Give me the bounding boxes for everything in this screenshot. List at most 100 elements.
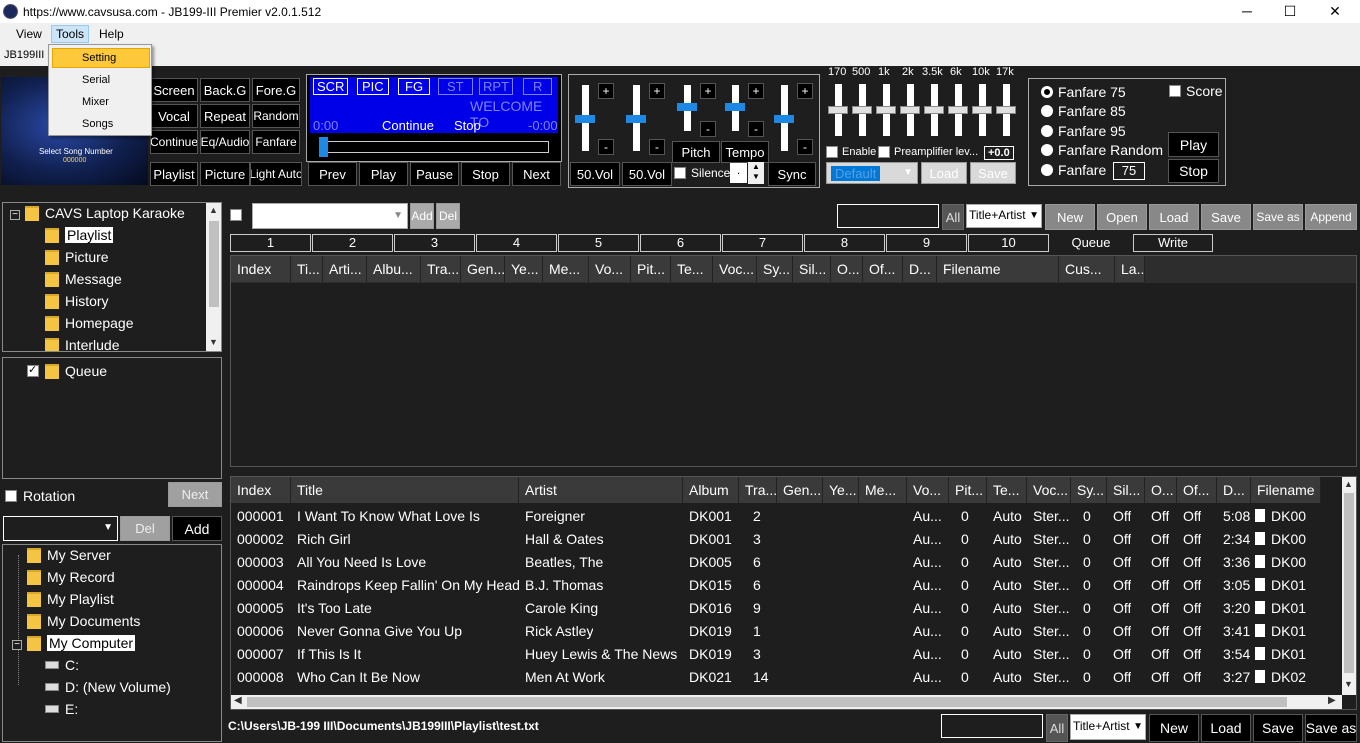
silence-spinner[interactable]: ▲ ▼: [748, 162, 764, 184]
backg-button[interactable]: Back.G: [200, 78, 250, 102]
fanfare-stop-button[interactable]: Stop: [1168, 159, 1219, 183]
next-button[interactable]: Next: [512, 162, 561, 186]
light-auto-button[interactable]: Light Auto: [250, 162, 302, 186]
repeat-button[interactable]: Repeat: [200, 104, 250, 128]
collapse-icon[interactable]: −: [10, 210, 20, 220]
song-col-header[interactable]: Sil...: [1107, 477, 1145, 503]
queue-col-header[interactable]: Vo...: [589, 256, 631, 282]
top-save-button[interactable]: Save: [1201, 204, 1251, 230]
fanfare-custom-option[interactable]: Fanfare: [1041, 162, 1106, 178]
tab-5[interactable]: 5: [558, 234, 639, 252]
tempo-minus-button[interactable]: -: [748, 121, 764, 137]
song-col-header[interactable]: Index: [231, 477, 291, 503]
seek-thumb[interactable]: [319, 137, 328, 157]
picture-button[interactable]: Picture: [200, 162, 250, 186]
vocal-button[interactable]: Vocal: [150, 104, 198, 128]
queue-col-header[interactable]: Te...: [671, 256, 713, 282]
h-scroll-thumb[interactable]: [247, 697, 1287, 707]
preamp-checkbox[interactable]: [878, 146, 890, 158]
queue-col-header[interactable]: Arti...: [323, 256, 367, 282]
silence-checkbox[interactable]: [674, 167, 686, 179]
tab-4[interactable]: 4: [476, 234, 557, 252]
tab-10[interactable]: 10: [968, 234, 1049, 252]
song-col-header[interactable]: Of...: [1177, 477, 1217, 503]
tree-root[interactable]: CAVS Laptop Karaoke: [25, 205, 185, 221]
queue-col-header[interactable]: Pit...: [631, 256, 671, 282]
song-col-header[interactable]: Voc...: [1027, 477, 1071, 503]
queue-col-header[interactable]: La...: [1115, 256, 1145, 282]
eq-preset-dropdown[interactable]: Default ▼: [826, 162, 918, 184]
song-col-header[interactable]: Artist: [519, 477, 683, 503]
song-col-header[interactable]: Sy...: [1071, 477, 1107, 503]
tab-1[interactable]: 1: [230, 234, 311, 252]
tempo-thumb[interactable]: [725, 103, 745, 111]
scroll-right-icon[interactable]: ▶: [1328, 695, 1336, 706]
queue-col-header[interactable]: Filename: [937, 256, 1059, 282]
tab-8[interactable]: 8: [804, 234, 885, 252]
tree-item-history[interactable]: History: [45, 293, 109, 309]
song-col-header[interactable]: Gen...: [777, 477, 823, 503]
browser-dropdown[interactable]: ▼: [3, 516, 118, 541]
pitch-thumb[interactable]: [677, 103, 697, 111]
pitch-plus-button[interactable]: +: [700, 83, 716, 99]
drive-c[interactable]: C:: [45, 657, 79, 673]
scroll-left-icon[interactable]: ◀: [234, 695, 242, 706]
close-button[interactable]: ✕: [1312, 0, 1358, 23]
menu-item-serial[interactable]: Serial: [82, 74, 110, 86]
seek-bar[interactable]: [321, 141, 549, 153]
queue-col-header[interactable]: Albu...: [367, 256, 421, 282]
vol1-plus-button[interactable]: +: [598, 83, 614, 99]
playlist-button[interactable]: Playlist: [150, 162, 198, 186]
table-row[interactable]: 000002 Rich Girl Hall & Oates DK001 3 Au... 0 A…: [231, 528, 1342, 551]
song-col-header[interactable]: Te...: [987, 477, 1027, 503]
fanfare-random-option[interactable]: Fanfare Random: [1041, 142, 1163, 158]
song-col-header[interactable]: Title: [291, 477, 519, 503]
score-checkbox[interactable]: [1169, 85, 1181, 97]
browser-my-record[interactable]: My Record: [27, 569, 115, 585]
queue-col-header[interactable]: Sy...: [757, 256, 793, 282]
tree-scrollbar[interactable]: ▲ ▼: [206, 203, 221, 351]
eq-enable-control[interactable]: Enable: [826, 146, 876, 158]
vol2-button[interactable]: 50.Vol: [622, 162, 672, 186]
menu-item-songs[interactable]: Songs: [82, 118, 113, 130]
bottom-mode-dropdown[interactable]: Title+Artist ▼: [1070, 714, 1146, 740]
song-col-header[interactable]: Ye...: [823, 477, 859, 503]
queue-col-header[interactable]: Ti...: [291, 256, 323, 282]
vol2-thumb[interactable]: [626, 115, 646, 123]
eq-save-button[interactable]: Save: [970, 162, 1016, 184]
bottom-all-button[interactable]: All: [1046, 714, 1068, 742]
queue-item[interactable]: ✓ Queue: [27, 363, 107, 379]
vol1-minus-button[interactable]: -: [598, 139, 614, 155]
scroll-up-icon[interactable]: ▲: [1344, 479, 1353, 489]
silence-control[interactable]: Silence: [674, 166, 730, 180]
browser-my-computer[interactable]: My Computer: [27, 635, 136, 651]
bottom-search-input[interactable]: [941, 714, 1043, 738]
tab-write[interactable]: Write: [1133, 234, 1213, 252]
top-new-button[interactable]: New: [1045, 204, 1095, 230]
eq-thumb-1k[interactable]: [876, 106, 896, 114]
table-row[interactable]: 000006 Never Gonna Give You Up Rick Astley…: [231, 620, 1342, 643]
top-del-button[interactable]: Del: [436, 203, 460, 229]
song-col-header[interactable]: Filename: [1251, 477, 1321, 503]
top-add-button[interactable]: Add: [410, 203, 434, 229]
top-mode-dropdown[interactable]: Title+Artist ▼: [966, 204, 1042, 228]
pitch-minus-button[interactable]: -: [700, 121, 716, 137]
queue-col-header[interactable]: Gen...: [461, 256, 505, 282]
song-col-header[interactable]: D...: [1217, 477, 1251, 503]
browser-my-playlist[interactable]: My Playlist: [27, 591, 114, 607]
sync-minus-button[interactable]: -: [797, 139, 813, 155]
eq-load-button[interactable]: Load: [921, 162, 967, 184]
tree-item-homepage[interactable]: Homepage: [45, 315, 134, 331]
eq-thumb-500[interactable]: [852, 106, 872, 114]
tempo-plus-button[interactable]: +: [748, 83, 764, 99]
tab-7[interactable]: 7: [722, 234, 803, 252]
queue-col-header[interactable]: Me...: [543, 256, 589, 282]
browser-add-button[interactable]: Add: [172, 516, 222, 541]
browser-my-documents[interactable]: My Documents: [27, 613, 140, 629]
browser-del-button[interactable]: Del: [120, 516, 170, 541]
table-row[interactable]: 000001 I Want To Know What Love Is Foreign…: [231, 505, 1342, 528]
eq-thumb-170[interactable]: [828, 106, 848, 114]
fanfare-custom-value[interactable]: 75: [1113, 162, 1145, 180]
silence-value[interactable]: .: [730, 163, 747, 183]
minimize-button[interactable]: ─: [1224, 0, 1270, 23]
